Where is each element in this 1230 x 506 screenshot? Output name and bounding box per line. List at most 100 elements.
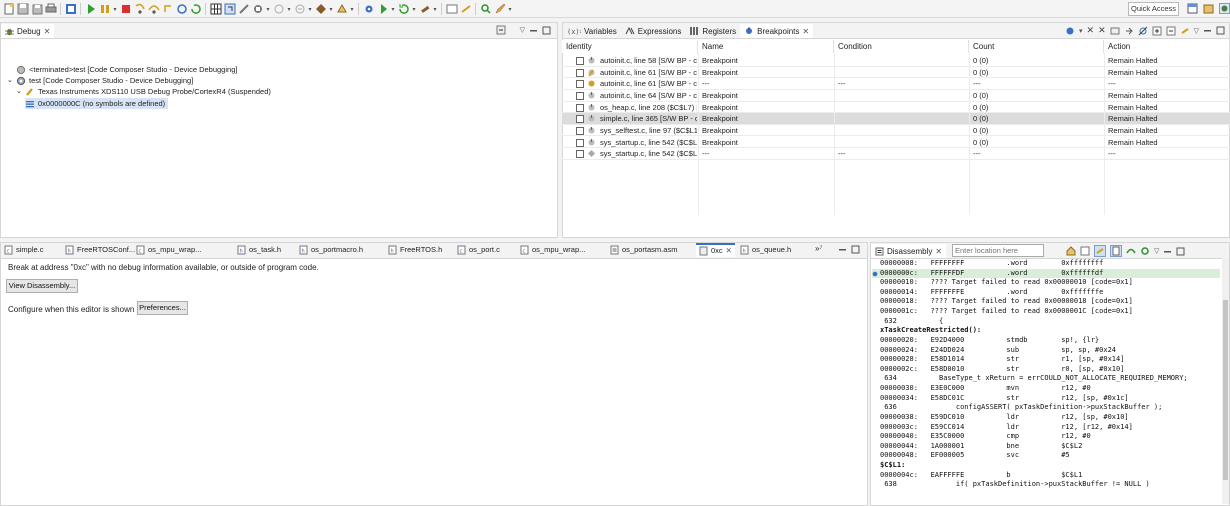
editor-tab[interactable]: c simple.c — [4, 243, 44, 257]
search-icon[interactable] — [479, 3, 492, 16]
tab-expressions[interactable]: Expressions — [621, 24, 686, 38]
disassembly-line[interactable]: 632 { — [872, 317, 1220, 327]
link-icon[interactable] — [1180, 26, 1190, 36]
disassembly-line[interactable]: 634 BaseType_t xReturn = errCOULD_NOT_AL… — [872, 374, 1220, 384]
debug-tree-item[interactable]: ⌄ test [Code Composer Studio - Device Deb… — [7, 75, 193, 86]
disassembly-line[interactable]: 00000038: E59DC010 ldr r12, [sp, #0x10] — [872, 413, 1220, 423]
table-row[interactable]: sys_selftest.c, line 97 ($C$L1 Breakpoint… — [562, 125, 1230, 137]
table-row[interactable]: simple.c, line 365 [S/W BP - c Breakpoint… — [562, 113, 1230, 125]
window-icon[interactable] — [445, 3, 458, 16]
collapse-all-icon[interactable] — [496, 25, 506, 35]
save-icon[interactable] — [16, 3, 29, 16]
view-menu-icon[interactable]: ▽ — [520, 26, 525, 34]
view-menu-icon[interactable]: ▽ — [1194, 27, 1199, 35]
table-row[interactable]: os_heap.c, line 208 ($C$L7) [Breakpoint 0… — [562, 102, 1230, 114]
new-icon[interactable] — [2, 3, 15, 16]
disassembly-line[interactable]: 00000008: FFFFFFFF .word 0xffffffff — [872, 259, 1220, 269]
remove-all-icon[interactable]: ✕ — [1098, 25, 1106, 36]
dropdown-arrow-icon[interactable]: ▾ — [328, 6, 334, 13]
table-row[interactable]: sys_startup.c, line 542 ($C$L1 --- --- --- -… — [562, 148, 1230, 160]
column-header[interactable]: Name — [698, 40, 834, 53]
editor-tab[interactable]: h FreeRTOSConf... — [65, 243, 135, 257]
column-header[interactable]: Identity — [562, 40, 698, 53]
enable-checkbox[interactable] — [576, 91, 584, 100]
restart-icon[interactable] — [189, 3, 202, 16]
chevron-down-icon[interactable]: ⌄ — [7, 75, 13, 86]
column-header[interactable]: Condition — [834, 40, 969, 53]
tab-breakpoints[interactable]: Breakpoints ✕ — [740, 24, 814, 38]
enable-checkbox[interactable] — [576, 138, 584, 147]
gear-icon[interactable] — [362, 3, 375, 16]
home-icon[interactable] — [1066, 246, 1076, 256]
enable-checkbox[interactable] — [576, 115, 584, 124]
disassembly-line[interactable]: 636 configASSERT( pxTaskDefinition->puxS… — [872, 403, 1220, 413]
dropdown-arrow-icon[interactable]: ▾ — [349, 6, 355, 13]
close-icon[interactable]: ✕ — [44, 27, 51, 36]
close-icon[interactable]: ✕ — [726, 244, 732, 258]
enable-checkbox[interactable] — [576, 80, 584, 89]
disassembly-line[interactable]: 0000000c: FFFFFFDF .word 0xffffffdf — [872, 268, 1220, 279]
debug-tree-item[interactable]: ⌄ Texas Instruments XDS110 USB Debug Prob… — [16, 86, 271, 97]
instruction-step-icon[interactable] — [223, 3, 236, 16]
dropdown-arrow-icon[interactable]: ▾ — [307, 6, 313, 13]
build-icon[interactable] — [418, 3, 431, 16]
collapse-all-icon[interactable] — [1166, 26, 1176, 36]
tab-registers[interactable]: Registers — [685, 24, 740, 38]
refresh-icon[interactable] — [397, 3, 410, 16]
maximize-icon[interactable] — [542, 26, 551, 35]
maximize-icon[interactable] — [1176, 247, 1185, 256]
step-icon[interactable] — [1126, 246, 1136, 256]
view-menu-icon[interactable]: ▽ — [1154, 247, 1159, 255]
expand-all-icon[interactable] — [1152, 26, 1162, 36]
step-return-icon[interactable] — [161, 3, 174, 16]
step-over-icon[interactable] — [147, 3, 160, 16]
column-header[interactable]: Count — [969, 40, 1104, 53]
dropdown-arrow-icon[interactable]: ▾ — [390, 6, 396, 13]
edit-icon[interactable] — [493, 3, 506, 16]
table-row[interactable]: autoinit.c, line 61 [S/W BP - c Breakpoin… — [562, 67, 1230, 79]
grid-icon[interactable] — [209, 3, 222, 16]
suspend-icon[interactable] — [98, 3, 111, 16]
minimize-icon[interactable] — [838, 245, 847, 254]
editor-overflow[interactable]: »⁷ — [815, 244, 822, 253]
disassembly-line[interactable]: 00000044: 1A000001 bne $C$L2 — [872, 442, 1220, 452]
disassembly-line[interactable]: 00000034: E58DC01C str r12, [sp, #0x1c] — [872, 394, 1220, 404]
maximize-icon[interactable] — [1216, 26, 1225, 35]
disassembly-line[interactable]: 00000030: E3E0C000 mvn r12, #0 — [872, 384, 1220, 394]
disassembly-line[interactable]: 0000001c: ???? Target failed to read 0x0… — [872, 307, 1220, 317]
editor-tab[interactable]: h FreeRTOS.h — [388, 243, 442, 257]
vertical-scrollbar[interactable] — [1222, 258, 1229, 504]
open-perspective-icon[interactable] — [1186, 2, 1199, 15]
new-breakpoint-icon[interactable] — [1065, 26, 1075, 36]
link-with-active-icon[interactable] — [1094, 245, 1106, 257]
chevron-down-icon[interactable]: ⌄ — [16, 86, 22, 97]
print-icon[interactable] — [44, 3, 57, 16]
enable-checkbox[interactable] — [576, 103, 584, 112]
disassembly-line[interactable]: 00000028: E58D1014 str r1, [sp, #0x14] — [872, 355, 1220, 365]
editor-tab[interactable]: c os_port.c — [457, 243, 500, 257]
editor-tab[interactable]: 0xc ✕ — [696, 243, 735, 257]
view-disassembly-button[interactable]: View Disassembly... — [6, 279, 78, 293]
disassembly-line[interactable]: 00000010: ???? Target failed to read 0x0… — [872, 278, 1220, 288]
table-row[interactable]: autoinit.c, line 61 [S/W BP - c --- --- ---… — [562, 78, 1230, 90]
dropdown-arrow-icon[interactable]: ▾ — [507, 6, 513, 13]
disassembly-line[interactable]: 638 if( pxTaskDefinition->puxStackBuffer… — [872, 480, 1220, 490]
tab-disassembly[interactable]: Disassembly ✕ — [871, 244, 947, 258]
skip-breakpoints-icon[interactable] — [272, 3, 285, 16]
enable-checkbox[interactable] — [576, 150, 584, 159]
location-input[interactable] — [952, 244, 1044, 257]
save-all-icon[interactable] — [30, 3, 43, 16]
disassembly-line[interactable]: 00000018: ???? Target failed to read 0x0… — [872, 297, 1220, 307]
disassembly-line[interactable]: 00000014: FFFFFFFE .word 0xfffffffe — [872, 288, 1220, 298]
editor-tab[interactable]: os_portasm.asm — [610, 243, 677, 257]
skip-all-icon[interactable] — [1138, 26, 1148, 36]
show-source-icon[interactable] — [1110, 245, 1122, 257]
dropdown-arrow-icon[interactable]: ▾ — [112, 6, 118, 13]
enable-checkbox[interactable] — [576, 57, 584, 65]
tab-debug[interactable]: Debug ✕ — [1, 24, 55, 38]
editor-tab[interactable]: c os_mpu_wrap... — [136, 243, 201, 257]
go-to-file-icon[interactable] — [1124, 26, 1134, 36]
remove-icon[interactable]: ✕ — [1087, 25, 1095, 36]
editor-tab[interactable]: h os_task.h — [237, 243, 281, 257]
dropdown-arrow-icon[interactable]: ▾ — [411, 6, 417, 13]
